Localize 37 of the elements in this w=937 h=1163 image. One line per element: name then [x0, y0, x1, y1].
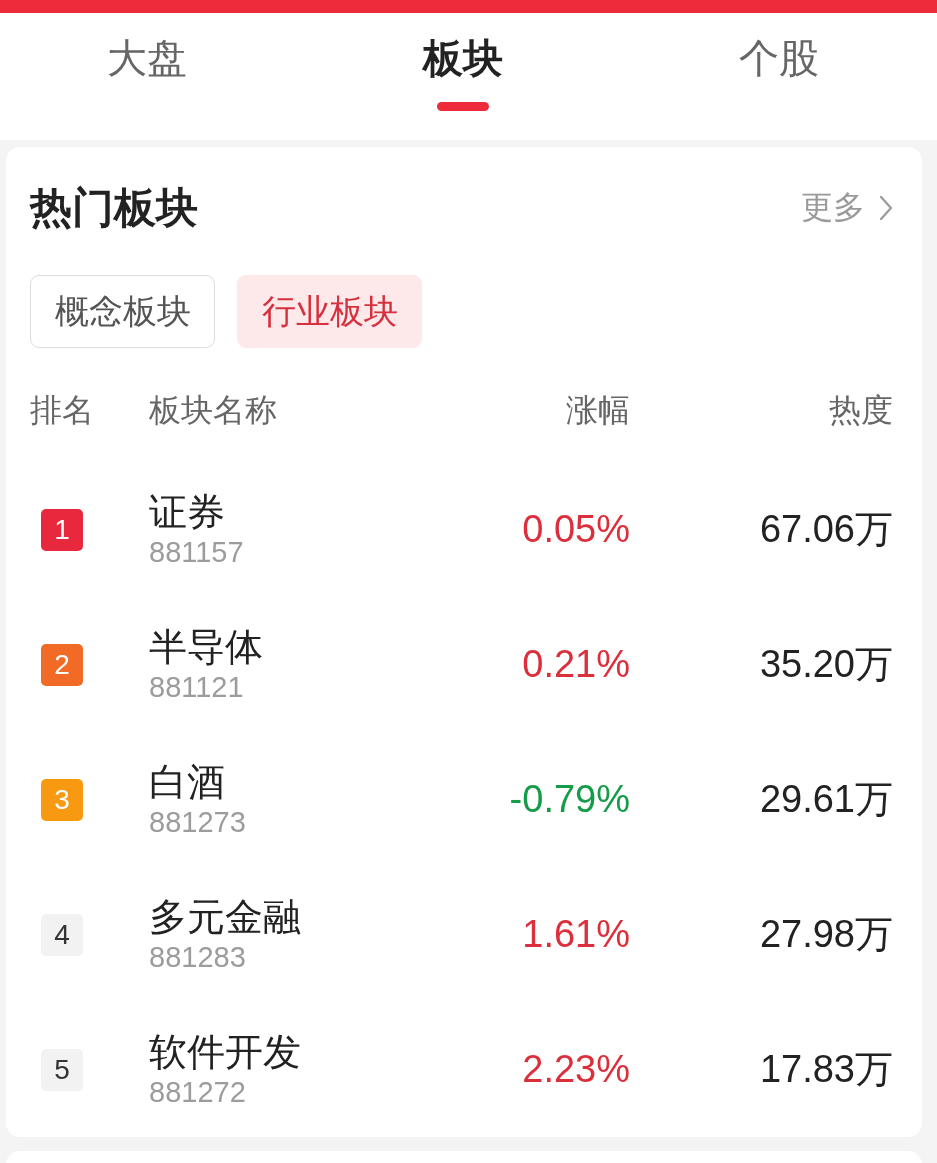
rank-badge: 4 [41, 913, 83, 956]
active-tab-indicator [437, 102, 489, 111]
sector-name: 白酒 [149, 759, 225, 804]
rank-badge: 2 [41, 643, 83, 686]
chevron-right-icon [879, 195, 893, 221]
sector-code: 881121 [149, 669, 244, 705]
rank-badge: 1 [41, 508, 83, 551]
change-percent: 0.05% [522, 508, 630, 551]
sector-name: 软件开发 [149, 1029, 301, 1074]
column-header: 热度 [829, 391, 893, 430]
tab[interactable]: 个股 [733, 30, 825, 86]
heat-value: 29.61万 [759, 777, 893, 822]
sector-name: 多元金融 [149, 894, 301, 939]
segment-button[interactable]: 行业板块 [237, 275, 422, 348]
sector-name: 证券 [149, 489, 225, 534]
change-percent: 1.61% [522, 913, 630, 956]
heat-value: 27.98万 [759, 912, 893, 957]
column-header: 排名 [30, 391, 94, 430]
rank-badge: 5 [41, 1048, 83, 1091]
sector-name: 半导体 [149, 624, 263, 669]
section-title: 热门板块 [30, 183, 198, 233]
heat-value: 67.06万 [759, 507, 893, 552]
sector-code: 881273 [149, 804, 246, 840]
heat-value: 35.20万 [759, 642, 893, 687]
change-percent: 0.21% [522, 643, 630, 686]
column-header: 板块名称 [149, 391, 277, 430]
sector-code: 881157 [149, 534, 244, 570]
tab[interactable]: 板块 [417, 30, 509, 86]
segment-button[interactable]: 概念板块 [30, 275, 215, 348]
sector-code: 881272 [149, 1074, 246, 1110]
sector-code: 881283 [149, 939, 246, 975]
change-percent: 2.23% [522, 1048, 630, 1091]
tab[interactable]: 大盘 [101, 30, 193, 86]
heat-value: 17.83万 [759, 1047, 893, 1092]
change-percent: -0.79% [509, 778, 630, 821]
column-header: 涨幅 [566, 391, 630, 430]
rank-badge: 3 [41, 778, 83, 821]
